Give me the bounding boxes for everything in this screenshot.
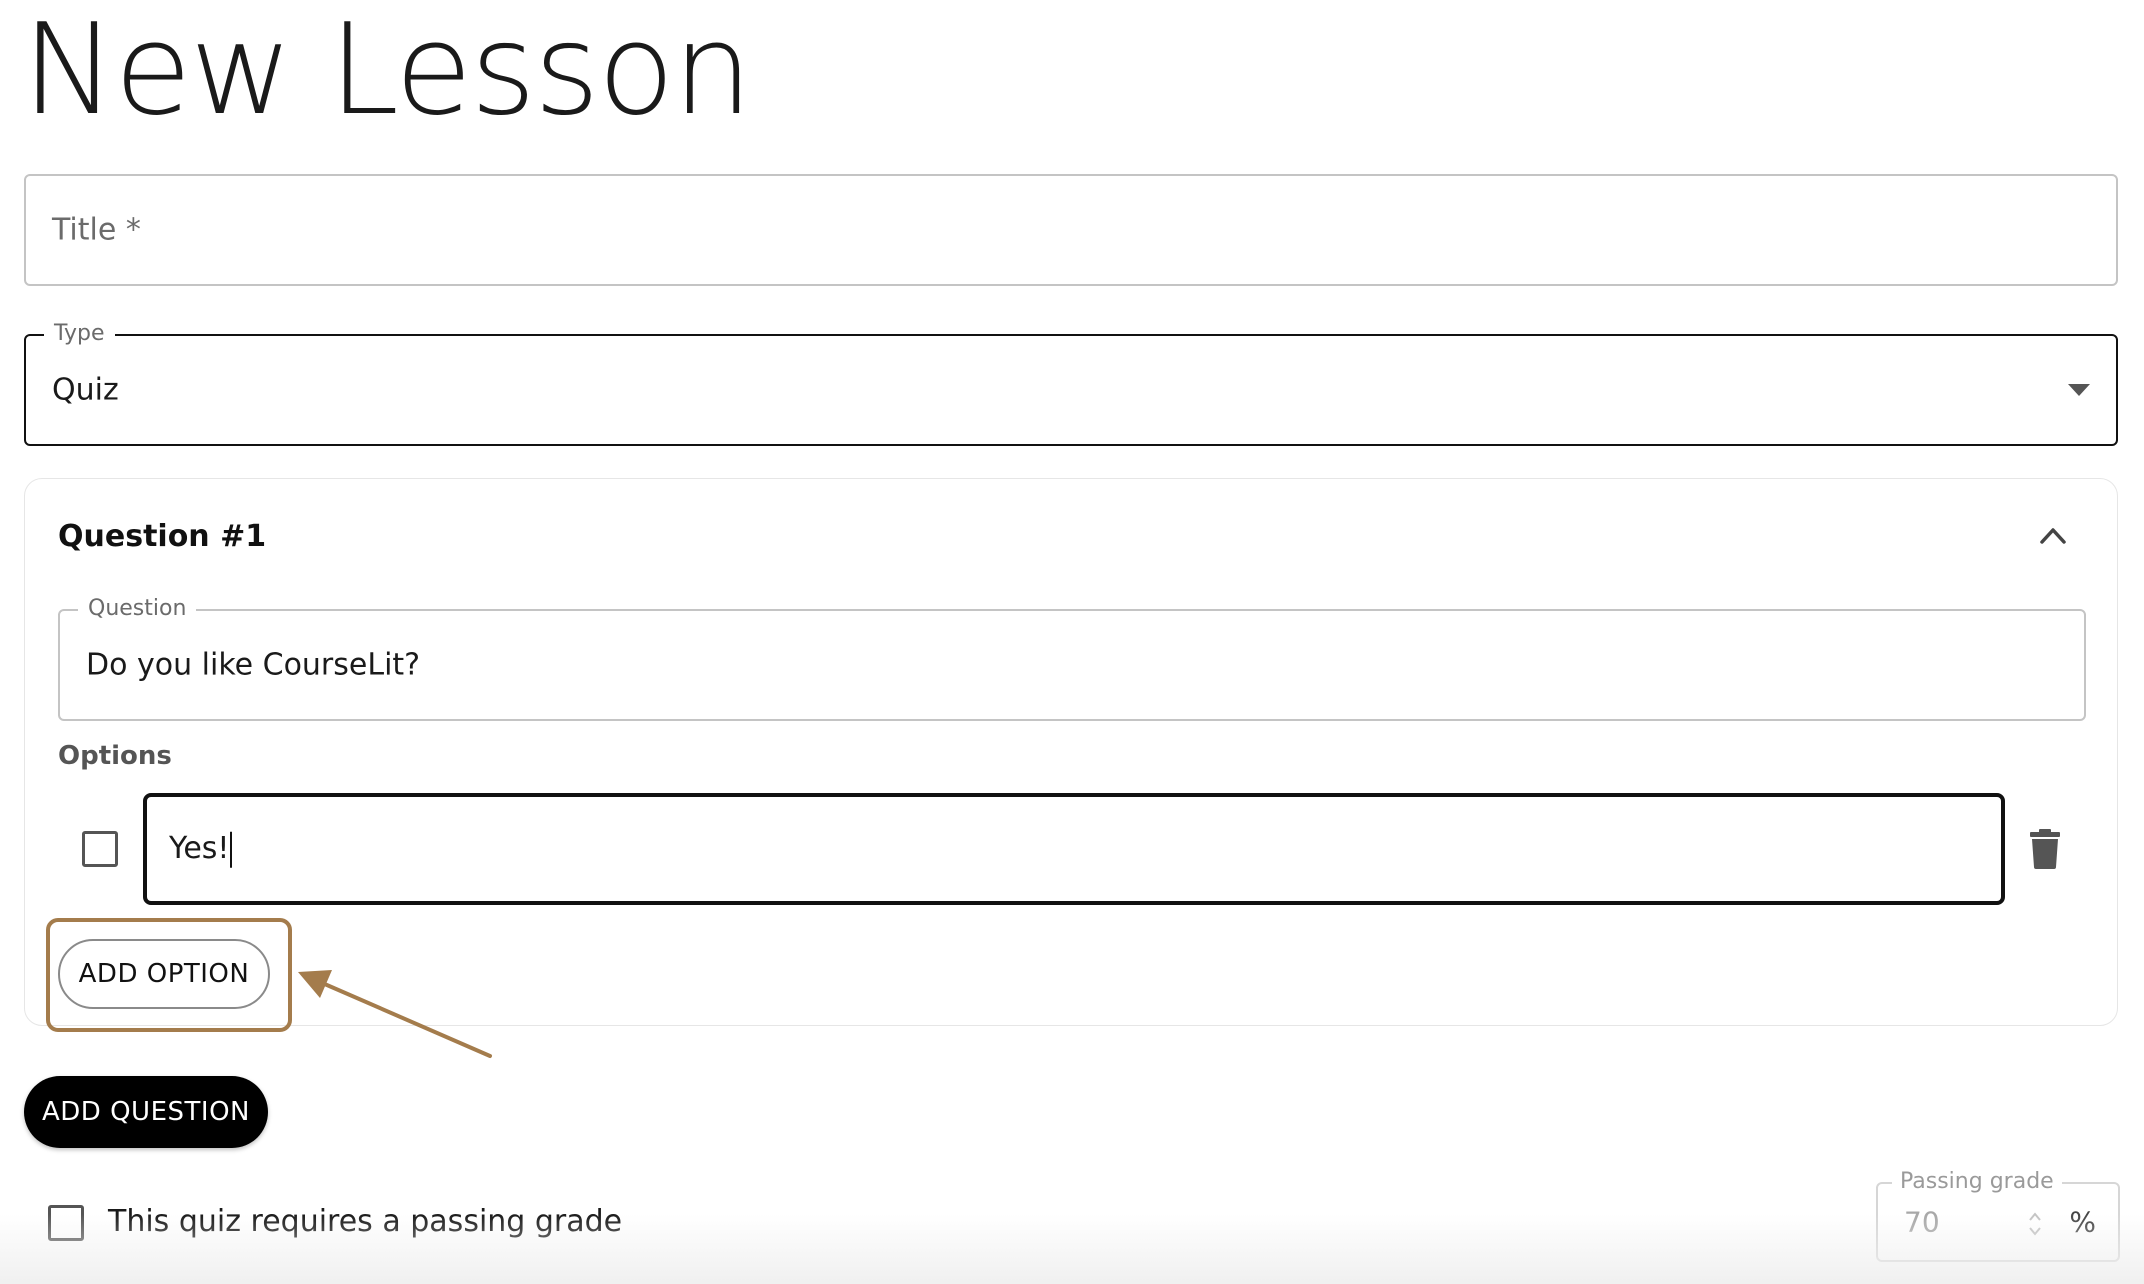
option-text-wrapper: Yes! <box>169 830 233 868</box>
type-select[interactable]: Type Quiz <box>24 320 2118 446</box>
option-correct-checkbox[interactable] <box>82 831 118 867</box>
title-placeholder: Title * <box>52 212 141 248</box>
passing-grade-field[interactable]: Passing grade 70 % <box>1876 1168 2120 1262</box>
page-title: New Lesson <box>22 0 753 143</box>
annotation-arrow <box>298 970 492 1058</box>
chevron-up-icon[interactable] <box>2039 525 2067 545</box>
trash-icon[interactable] <box>2029 829 2061 869</box>
options-label: Options <box>58 741 172 771</box>
type-label: Type <box>44 320 115 348</box>
type-value: Quiz <box>52 372 119 408</box>
add-question-button[interactable]: ADD QUESTION <box>24 1076 268 1148</box>
dropdown-arrow-icon[interactable] <box>2068 384 2090 396</box>
question-label: Question <box>78 595 197 623</box>
text-cursor <box>230 831 233 868</box>
title-field[interactable]: Title * <box>24 174 2118 286</box>
question-header: Question #1 <box>58 519 267 554</box>
passing-grade-value: 70 <box>1904 1205 1940 1239</box>
percent-unit: % <box>2069 1205 2096 1239</box>
question-value: Do you like CourseLit? <box>86 647 421 683</box>
option-input[interactable]: Yes! <box>143 793 2005 905</box>
annotation-highlight-box <box>46 918 292 1032</box>
option-text: Yes! <box>169 830 230 866</box>
spinner-icon[interactable] <box>2026 1210 2044 1238</box>
passing-grade-checkbox[interactable] <box>48 1205 84 1241</box>
passing-grade-label: This quiz requires a passing grade <box>108 1204 623 1239</box>
passing-grade-field-label: Passing grade <box>1892 1168 2062 1196</box>
question-field[interactable]: Question Do you like CourseLit? <box>58 595 2086 721</box>
question-card: Question #1 Question Do you like CourseL… <box>24 478 2118 1026</box>
